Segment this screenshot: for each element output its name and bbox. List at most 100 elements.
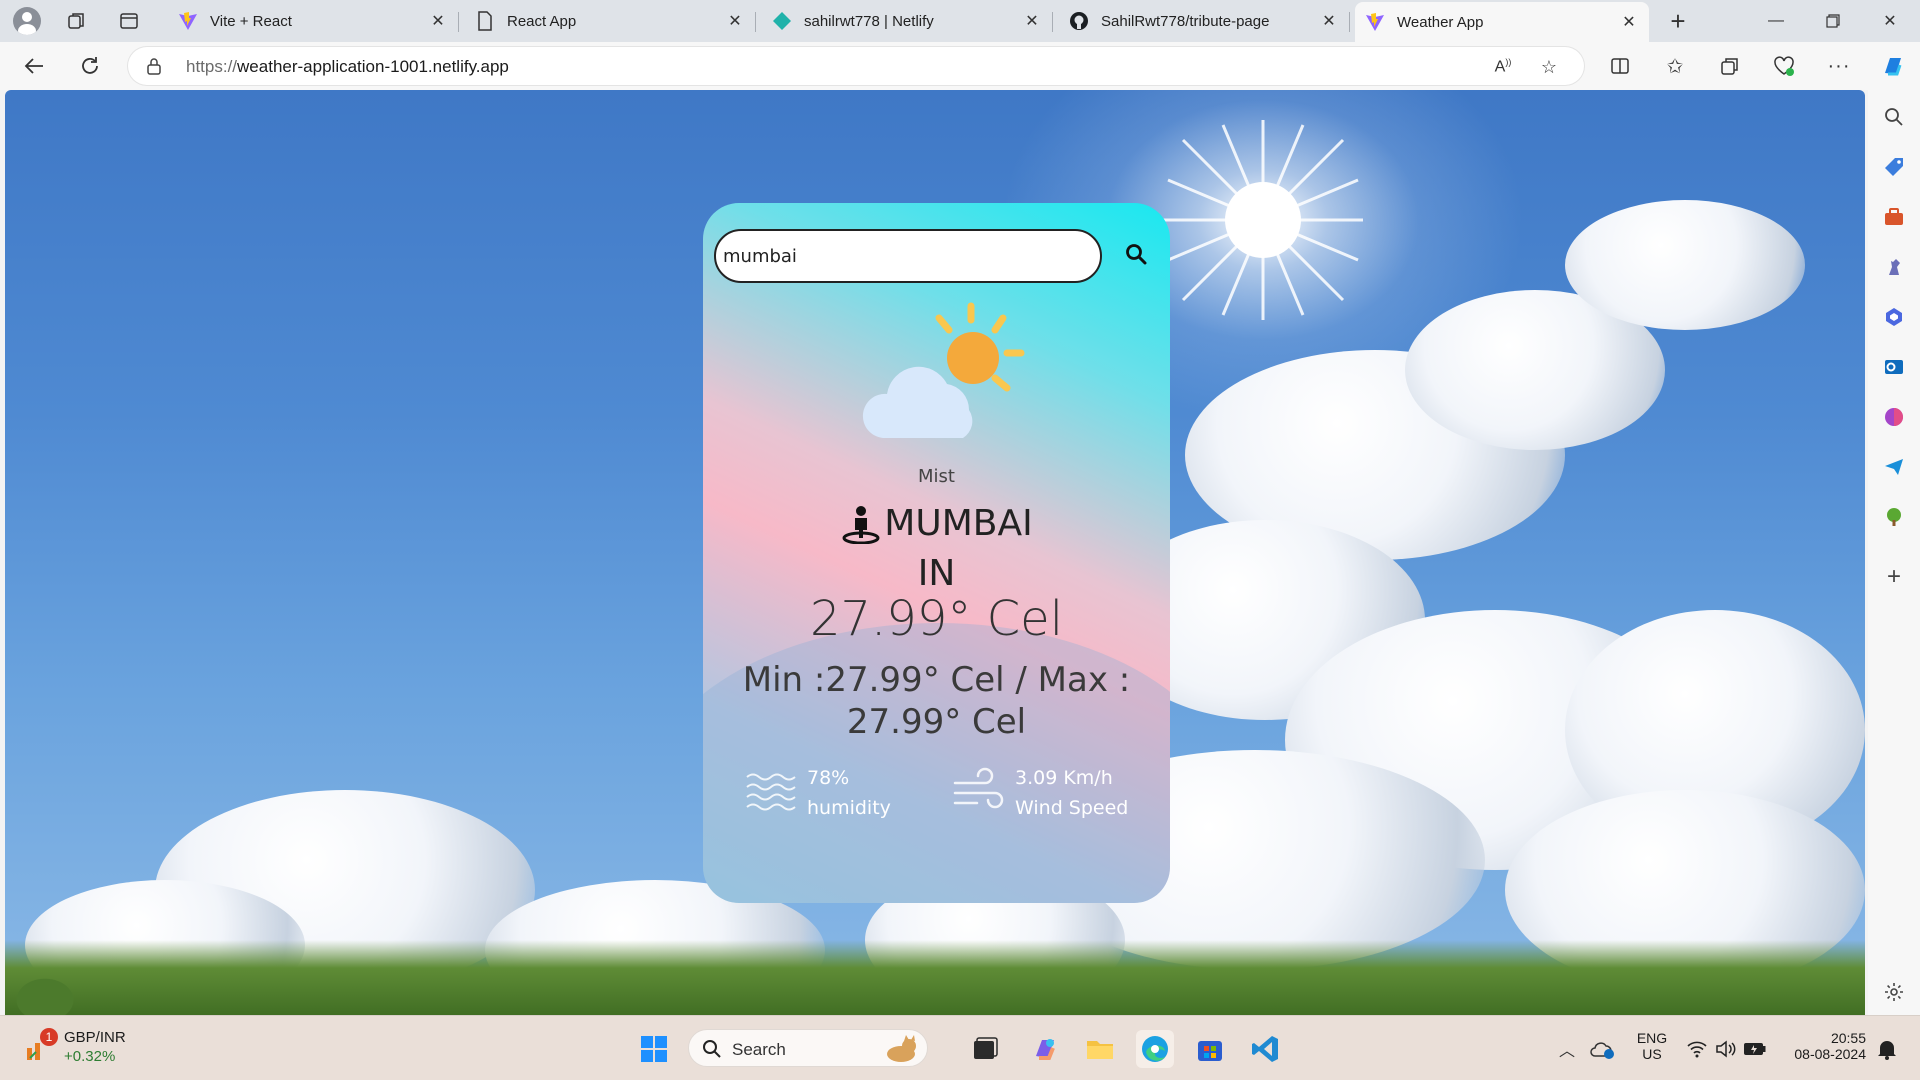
profile-button[interactable] bbox=[11, 5, 43, 37]
store-bag-icon bbox=[1198, 1041, 1222, 1061]
edge-sidebar: + bbox=[1868, 90, 1920, 1015]
collections-icon bbox=[1721, 58, 1738, 75]
close-tab-icon[interactable]: ✕ bbox=[428, 11, 448, 31]
sidebar-outlook-button[interactable] bbox=[1882, 355, 1906, 379]
temperature: 27.99° Cel bbox=[809, 591, 1064, 647]
toolbox-icon bbox=[1885, 208, 1903, 225]
minimize-icon: — bbox=[1768, 12, 1784, 29]
folder-icon bbox=[1087, 1041, 1113, 1059]
search-icon bbox=[1126, 244, 1147, 265]
minimize-button[interactable]: — bbox=[1748, 0, 1804, 42]
tab-vite-react[interactable]: Vite + React ✕ bbox=[168, 4, 459, 38]
windows-taskbar: 1 GBP/INR +0.32% Search ︿ ENG US 20:55 0… bbox=[0, 1015, 1920, 1080]
tab-title: sahilrwt778 | Netlify bbox=[804, 12, 934, 30]
vscode-button[interactable] bbox=[1246, 1030, 1284, 1068]
show-hidden-icons-button[interactable]: ︿ bbox=[1548, 1030, 1586, 1068]
city-search-input[interactable] bbox=[723, 243, 1083, 269]
sidebar-tree-button[interactable] bbox=[1882, 505, 1906, 529]
search-button[interactable] bbox=[1119, 237, 1153, 271]
onedrive-tray-button[interactable] bbox=[1584, 1030, 1622, 1068]
url-text[interactable]: https://weather-application-1001.netlify… bbox=[186, 57, 509, 77]
taskbar-search[interactable]: Search bbox=[688, 1029, 928, 1067]
favorite-button[interactable]: ☆ bbox=[1536, 54, 1562, 80]
start-button[interactable] bbox=[635, 1030, 673, 1068]
close-icon: ✕ bbox=[1883, 13, 1897, 30]
copilot-icon bbox=[1036, 1039, 1055, 1060]
plus-icon: + bbox=[1670, 5, 1686, 36]
sidebar-send-button[interactable] bbox=[1882, 455, 1906, 479]
cloud-sync-icon bbox=[1590, 1042, 1614, 1059]
battery-button[interactable] bbox=[1736, 1030, 1774, 1068]
copilot-taskbar-button[interactable] bbox=[1026, 1030, 1064, 1068]
tab-github[interactable]: SahilRwt778/tribute-page ✕ bbox=[1059, 4, 1350, 38]
widget-badge: 1 bbox=[40, 1028, 58, 1046]
sidebar-tools-button[interactable] bbox=[1882, 205, 1906, 229]
tab-react-app[interactable]: React App ✕ bbox=[465, 4, 756, 38]
cat-highlight-icon bbox=[887, 1035, 916, 1062]
more-icon: ··· bbox=[1827, 54, 1851, 77]
close-tab-icon[interactable]: ✕ bbox=[1319, 11, 1339, 31]
new-tab-button[interactable]: + bbox=[1662, 5, 1694, 37]
close-window-button[interactable]: ✕ bbox=[1862, 0, 1918, 42]
sidebar-microsoft365-button[interactable] bbox=[1882, 305, 1906, 329]
refresh-button[interactable] bbox=[74, 50, 106, 82]
sidebar-search-button[interactable] bbox=[1882, 105, 1906, 129]
workspaces-button[interactable] bbox=[61, 5, 93, 37]
keyboard-region: US bbox=[1642, 1046, 1662, 1062]
search-box[interactable] bbox=[714, 229, 1102, 283]
clock[interactable]: 20:55 08-08-2024 bbox=[1782, 1030, 1866, 1062]
outlook-icon bbox=[1885, 360, 1903, 374]
language-indicator[interactable]: ENG US bbox=[1634, 1030, 1670, 1062]
microsoft-store-button[interactable] bbox=[1191, 1030, 1229, 1068]
browser-tab-strip: Vite + React ✕ React App ✕ sahilrwt778 |… bbox=[0, 0, 1920, 42]
close-tab-icon[interactable]: ✕ bbox=[725, 11, 745, 31]
min-max-temperature: Min :27.99° Cel / Max : 27.99° Cel bbox=[742, 660, 1131, 742]
restore-button[interactable] bbox=[1805, 0, 1861, 42]
lock-icon[interactable] bbox=[146, 57, 162, 75]
tab-actions-button[interactable] bbox=[113, 5, 145, 37]
browser-toolbar: https://weather-application-1001.netlify… bbox=[0, 42, 1920, 90]
country-code: IN bbox=[917, 553, 956, 594]
tab-weather-app[interactable]: Weather App ✕ bbox=[1355, 2, 1649, 42]
microsoft365-icon bbox=[1886, 308, 1902, 326]
sidebar-settings-button[interactable] bbox=[1882, 980, 1906, 1004]
workspaces-icon bbox=[68, 13, 84, 29]
close-tab-icon[interactable]: ✕ bbox=[1022, 11, 1042, 31]
settings-more-button[interactable]: ··· bbox=[1823, 50, 1855, 82]
favorites-button[interactable]: ✩ bbox=[1659, 50, 1691, 82]
tab-netlify[interactable]: sahilrwt778 | Netlify ✕ bbox=[762, 4, 1053, 38]
url-scheme: https:// bbox=[186, 57, 238, 76]
netlify-icon bbox=[772, 11, 792, 31]
sidebar-designer-button[interactable] bbox=[1882, 405, 1906, 429]
paper-plane-icon bbox=[1885, 459, 1903, 475]
browser-essentials-button[interactable] bbox=[1768, 50, 1800, 82]
task-view-button[interactable] bbox=[966, 1030, 1004, 1068]
market-widget[interactable]: 1 GBP/INR +0.32% bbox=[20, 1026, 140, 1070]
plus-icon: + bbox=[1886, 563, 1901, 590]
treeline-decoration bbox=[5, 940, 1865, 1015]
sidebar-games-button[interactable] bbox=[1882, 255, 1906, 279]
split-screen-button[interactable] bbox=[1604, 50, 1636, 82]
copilot-button[interactable] bbox=[1877, 50, 1909, 82]
close-tab-icon[interactable]: ✕ bbox=[1619, 12, 1639, 32]
back-button[interactable] bbox=[18, 50, 50, 82]
address-bar[interactable]: https://weather-application-1001.netlify… bbox=[128, 47, 1584, 85]
read-aloud-button[interactable]: A)) bbox=[1490, 54, 1516, 80]
restore-icon bbox=[1826, 14, 1840, 28]
designer-icon bbox=[1885, 408, 1903, 426]
city-name: MUMBAI bbox=[884, 503, 1033, 544]
wind-label: Wind Speed bbox=[1015, 797, 1129, 819]
sidebar-add-button[interactable]: + bbox=[1882, 563, 1906, 590]
edge-taskbar-button[interactable] bbox=[1136, 1030, 1174, 1068]
tab-title: Weather App bbox=[1397, 13, 1484, 31]
vite-icon bbox=[178, 11, 198, 31]
file-explorer-button[interactable] bbox=[1081, 1030, 1119, 1068]
notifications-button[interactable] bbox=[1868, 1030, 1906, 1068]
bell-icon bbox=[1878, 1041, 1896, 1060]
humidity-label: humidity bbox=[807, 797, 891, 819]
sidebar-shopping-button[interactable] bbox=[1882, 155, 1906, 179]
chess-piece-icon bbox=[1889, 259, 1900, 275]
wind-icon bbox=[953, 767, 1004, 809]
collections-button[interactable] bbox=[1714, 50, 1746, 82]
windows-logo-icon bbox=[641, 1036, 667, 1062]
